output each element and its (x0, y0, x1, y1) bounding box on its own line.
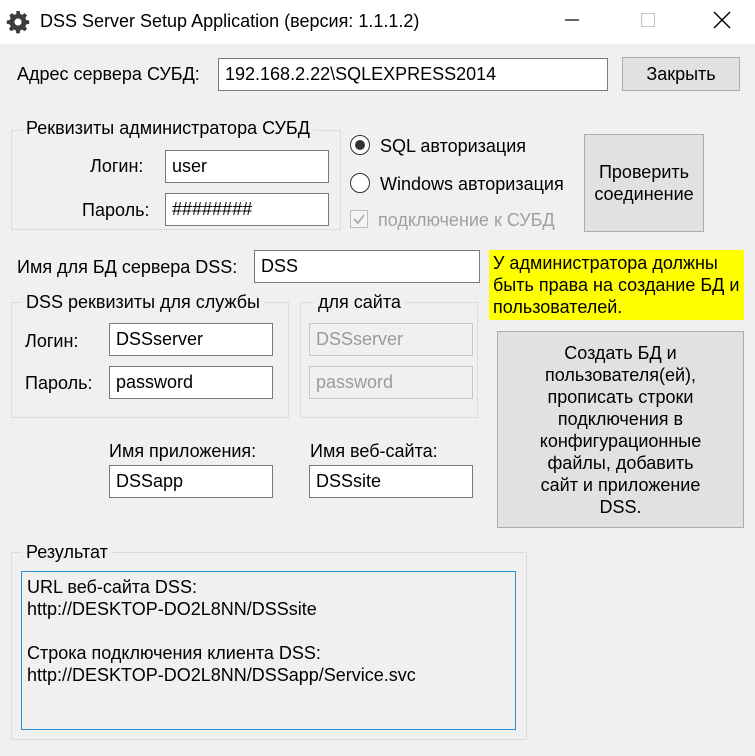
admin-group-title: Реквизиты администратора СУБД (22, 118, 314, 139)
windows-auth-radio[interactable] (350, 173, 370, 193)
gear-icon (6, 10, 30, 34)
site-name-input[interactable]: DSSsite (309, 465, 473, 498)
minimize-button[interactable] (540, 0, 604, 44)
service-credentials-group (11, 302, 289, 418)
result-line: Строка подключения клиента DSS: (27, 643, 321, 663)
site-credentials-group (300, 302, 478, 418)
server-address-label: Адрес сервера СУБД: (17, 64, 200, 84)
admin-login-label: Логин: (90, 156, 144, 176)
maximize-icon (640, 12, 656, 33)
check-connection-button[interactable]: Проверить соединение (584, 134, 704, 232)
db-connect-label: подключение к СУБД (378, 210, 555, 230)
admin-password-input[interactable]: ######## (165, 193, 329, 226)
service-group-title: DSS реквизиты для службы (22, 292, 264, 313)
result-line (27, 620, 510, 642)
window-title: DSS Server Setup Application (версия: 1.… (40, 11, 420, 31)
site-name-label: Имя веб-сайта: (310, 441, 438, 461)
app-name-label: Имя приложения: (109, 441, 257, 461)
result-line: URL веб-сайта DSS: (27, 577, 197, 597)
create-db-button[interactable]: Создать БД и пользователя(ей), прописать… (497, 331, 744, 528)
sql-auth-label: SQL авторизация (380, 136, 527, 156)
site-password-input: password (309, 366, 473, 399)
service-password-input[interactable]: password (109, 366, 273, 399)
result-textbox[interactable]: URL веб-сайта DSS: http://DESKTOP-DO2L8N… (21, 571, 516, 730)
service-password-label: Пароль: (25, 373, 93, 393)
checkmark-icon (353, 214, 365, 225)
result-group-title: Результат (22, 542, 112, 563)
db-name-input[interactable]: DSS (254, 250, 480, 283)
close-button[interactable]: Закрыть (622, 57, 740, 91)
service-login-input[interactable]: DSSserver (109, 323, 273, 356)
admin-login-input[interactable]: user (165, 150, 329, 183)
sql-auth-radio[interactable] (350, 135, 370, 155)
result-line: http://DESKTOP-DO2L8NN/DSSapp/Service.sv… (27, 665, 416, 685)
maximize-button (616, 0, 680, 44)
admin-password-label: Пароль: (82, 200, 150, 220)
windows-auth-label: Windows авторизация (380, 174, 564, 194)
site-group-title: для сайта (314, 292, 405, 313)
db-name-label: Имя для БД сервера DSS: (17, 257, 238, 277)
site-login-input: DSSserver (309, 323, 473, 356)
server-address-input[interactable]: 192.168.2.22\SQLEXPRESS2014 (218, 58, 608, 91)
admin-rights-notice: У администратора должны быть права на со… (489, 250, 744, 320)
service-login-label: Логин: (25, 331, 79, 351)
db-connect-checkbox (350, 210, 368, 228)
radio-selected-dot (355, 140, 365, 150)
app-name-input[interactable]: DSSapp (109, 465, 273, 498)
minimize-icon (564, 12, 580, 33)
close-window-button[interactable] (690, 0, 754, 44)
result-line: http://DESKTOP-DO2L8NN/DSSsite (27, 599, 317, 619)
close-icon (713, 11, 731, 34)
